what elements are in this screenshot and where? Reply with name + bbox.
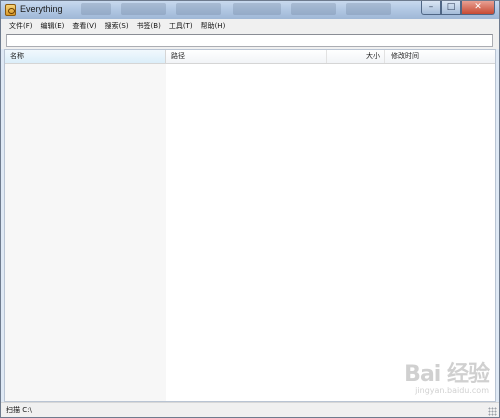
resize-grip-icon[interactable] bbox=[488, 407, 497, 416]
column-header-size-label: 大小 bbox=[366, 52, 380, 60]
blurred-taskbar-item bbox=[121, 3, 166, 15]
menu-file[interactable]: 文件(F) bbox=[1, 19, 37, 33]
menu-edit[interactable]: 编辑(E) bbox=[37, 19, 69, 33]
title-bar[interactable]: Everything – □ ✕ bbox=[1, 1, 499, 19]
menu-bookmarks[interactable]: 书签(B) bbox=[133, 19, 165, 33]
blurred-taskbar-item bbox=[81, 3, 111, 15]
blurred-taskbar-item bbox=[291, 3, 336, 15]
close-button[interactable]: ✕ bbox=[461, 1, 495, 15]
menu-tools[interactable]: 工具(T) bbox=[165, 19, 197, 33]
column-header-name-label: 名称 bbox=[10, 52, 24, 60]
column-headers: 名称 ^ 路径 大小 修改时间 bbox=[5, 50, 495, 64]
menu-bar: 文件(F) 编辑(E) 查看(V) 搜索(S) 书签(B) 工具(T) 帮助(H… bbox=[1, 19, 499, 34]
watermark-url: jingyan.baidu.com bbox=[415, 386, 489, 395]
column-header-size[interactable]: 大小 bbox=[327, 50, 385, 63]
maximize-icon: □ bbox=[446, 2, 456, 12]
status-text: 扫描 C:\ bbox=[6, 406, 32, 414]
menu-help[interactable]: 帮助(H) bbox=[197, 19, 230, 33]
sort-ascending-icon: ^ bbox=[83, 49, 89, 55]
minimize-icon: – bbox=[428, 2, 434, 12]
status-bar: 扫描 C:\ bbox=[1, 402, 499, 417]
menu-search[interactable]: 搜索(S) bbox=[101, 19, 133, 33]
menu-view[interactable]: 查看(V) bbox=[68, 19, 100, 33]
baidu-jingyan-watermark: Bai 经验 jingyan.baidu.com bbox=[404, 356, 490, 395]
column-header-date-label: 修改时间 bbox=[391, 52, 419, 60]
column-header-date-modified[interactable]: 修改时间 bbox=[386, 50, 495, 63]
window-title: Everything bbox=[20, 4, 63, 14]
window-controls: – □ ✕ bbox=[421, 1, 495, 16]
watermark-logo: Bai 经验 bbox=[404, 362, 490, 387]
results-list[interactable]: 名称 ^ 路径 大小 修改时间 bbox=[4, 49, 496, 402]
search-input[interactable] bbox=[6, 34, 493, 47]
everything-window: Everything – □ ✕ 文件(F) 编辑(E) 查看(V) 搜索(S)… bbox=[0, 0, 500, 418]
column-header-name[interactable]: 名称 ^ bbox=[5, 50, 166, 63]
minimize-button[interactable]: – bbox=[421, 1, 441, 15]
blurred-taskbar-item bbox=[233, 3, 281, 15]
column-header-path-label: 路径 bbox=[171, 52, 185, 60]
close-icon: ✕ bbox=[474, 2, 482, 12]
blurred-taskbar-item bbox=[176, 3, 221, 15]
column-header-path[interactable]: 路径 bbox=[167, 50, 327, 63]
blurred-taskbar-item bbox=[346, 3, 391, 15]
everything-app-icon[interactable] bbox=[5, 4, 16, 16]
maximize-button[interactable]: □ bbox=[441, 1, 461, 15]
name-column-background bbox=[5, 63, 166, 401]
search-area bbox=[1, 33, 499, 49]
